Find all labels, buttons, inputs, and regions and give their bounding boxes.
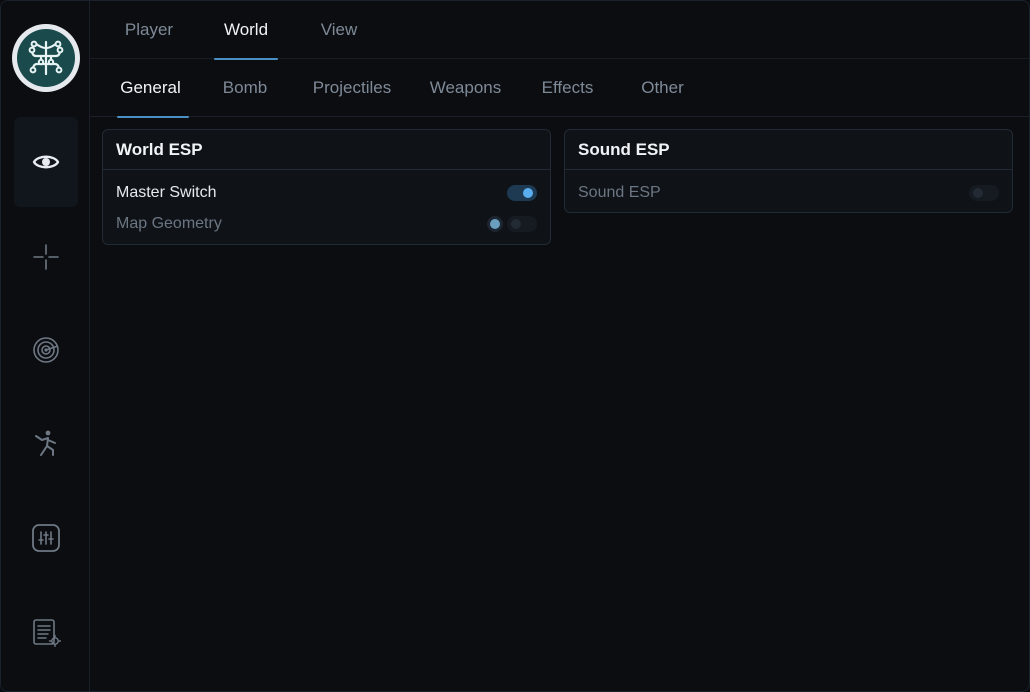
sound-esp-label: Sound ESP — [578, 184, 661, 201]
subtab-label: Weapons — [429, 78, 502, 97]
subtab-label: Other — [641, 78, 684, 97]
tab-view[interactable]: View — [318, 1, 360, 59]
map-geometry-color-picker[interactable] — [487, 216, 503, 232]
subtab-general[interactable]: General — [117, 59, 189, 118]
crosshair-icon — [33, 244, 59, 270]
master-switch-row: Master Switch — [116, 181, 537, 205]
app-window: Player World View General Bomb Projectil… — [0, 0, 1030, 692]
subtab-label: Projectiles — [312, 78, 392, 97]
logo-icon — [17, 29, 75, 87]
sidebar-item-misc[interactable] — [14, 493, 78, 583]
master-switch-toggle[interactable] — [507, 185, 537, 201]
sidebar-item-configs[interactable] — [14, 587, 78, 677]
tab-label: World — [223, 20, 269, 39]
sidebar-item-radar[interactable] — [14, 305, 78, 395]
tab-player[interactable]: Player — [124, 1, 174, 59]
subtab-other[interactable]: Other — [639, 59, 686, 117]
subtab-label: General — [120, 78, 181, 97]
config-list-icon — [33, 619, 61, 647]
subtab-label: Effects — [541, 78, 594, 97]
sidebar — [1, 1, 90, 691]
subtab-weapons[interactable]: Weapons — [427, 59, 504, 117]
tab-label: View — [320, 20, 358, 39]
sidebar-item-aimbot[interactable] — [14, 212, 78, 302]
map-geometry-row: Map Geometry — [116, 212, 537, 236]
running-figure-icon — [35, 430, 56, 456]
sound-esp-toggle[interactable] — [969, 185, 999, 201]
map-geometry-label: Map Geometry — [116, 215, 222, 232]
master-switch-label: Master Switch — [116, 184, 217, 201]
sound-esp-row: Sound ESP — [578, 181, 999, 205]
tab-world[interactable]: World — [214, 1, 278, 60]
sidebar-item-visuals[interactable] — [14, 117, 78, 207]
sliders-icon — [32, 524, 60, 552]
subtab-effects[interactable]: Effects — [539, 59, 596, 117]
map-geometry-toggle[interactable] — [507, 216, 537, 232]
subtab-label: Bomb — [222, 78, 268, 97]
brain-circuit-logo — [12, 24, 80, 92]
top-tab-bar: Player World View — [90, 1, 1029, 60]
sub-tab-bar: General Bomb Projectiles Weapons Effects… — [90, 59, 1029, 118]
sidebar-item-movement[interactable] — [14, 398, 78, 488]
map-geometry-controls — [487, 216, 537, 232]
subtab-bomb[interactable]: Bomb — [221, 59, 269, 117]
eye-icon — [32, 155, 60, 169]
panel-title: Sound ESP — [565, 130, 1012, 170]
panel-title: World ESP — [103, 130, 550, 170]
subtab-projectiles[interactable]: Projectiles — [309, 59, 395, 117]
world-esp-panel: World ESP Master Switch Map Geometry — [102, 129, 551, 245]
sound-esp-panel: Sound ESP Sound ESP — [564, 129, 1013, 213]
tab-label: Player — [124, 20, 174, 39]
radar-icon — [33, 337, 59, 363]
